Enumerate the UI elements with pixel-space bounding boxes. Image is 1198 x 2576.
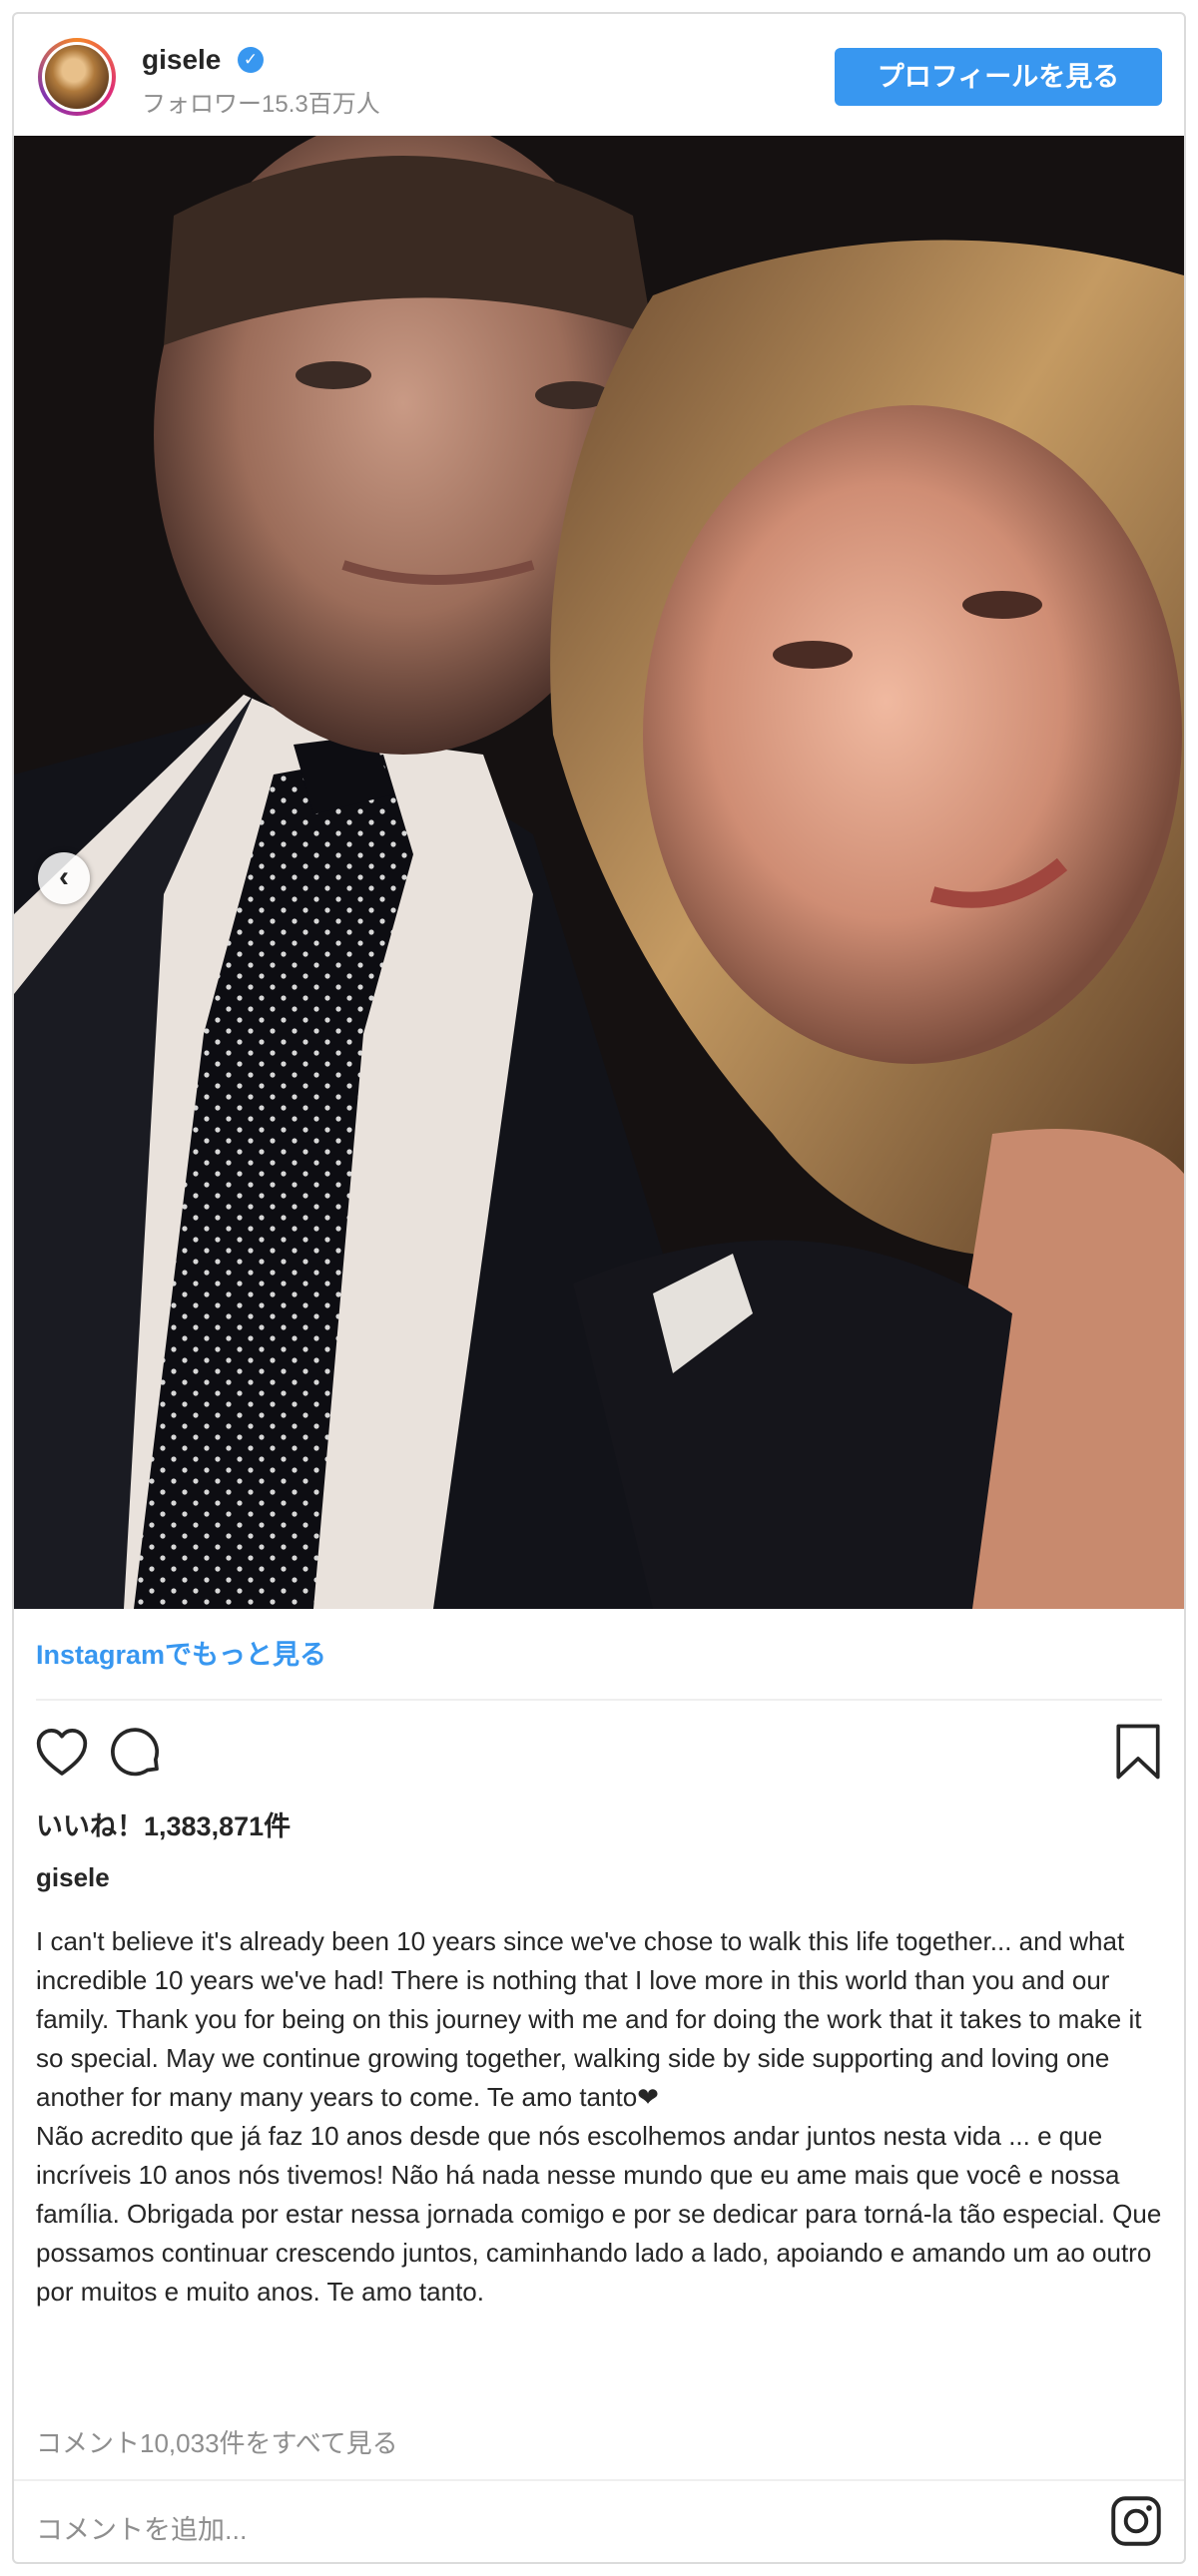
like-count[interactable]: いいね！1,383,871件 — [36, 1804, 291, 1843]
post-caption: I can't believe it's already been 10 yea… — [36, 1926, 1162, 2307]
view-more-on-instagram-link[interactable]: Instagramでもっと見る — [36, 1633, 326, 1672]
comment-bubble-icon[interactable] — [108, 1725, 164, 1781]
chevron-left-icon[interactable]: ‹ — [38, 852, 90, 904]
post-photo[interactable]: ‹ — [14, 136, 1184, 1609]
divider — [14, 2479, 1184, 2481]
instagram-logo-icon[interactable] — [1110, 2495, 1162, 2547]
avatar-image — [45, 45, 109, 109]
view-all-comments-link[interactable]: コメント10,033件をすべて見る — [36, 2423, 398, 2460]
bookmark-icon[interactable] — [1112, 1723, 1164, 1781]
instagram-embed-card: gisele ✓ フォロワー15.3百万人 プロフィールを見る ‹ Instag… — [12, 12, 1186, 2564]
view-profile-button[interactable]: プロフィールを見る — [835, 48, 1162, 106]
heart-icon[interactable] — [34, 1725, 90, 1781]
add-comment-input[interactable]: コメントを追加... — [36, 2508, 248, 2547]
username[interactable]: gisele — [142, 44, 221, 76]
caption-username[interactable]: gisele — [36, 1862, 110, 1893]
avatar[interactable] — [38, 38, 116, 116]
verified-badge-icon: ✓ — [238, 47, 264, 73]
divider — [36, 1699, 1162, 1701]
action-bar — [14, 1717, 1184, 1787]
post-photo-image — [14, 136, 1184, 1609]
follower-count: フォロワー15.3百万人 — [142, 91, 380, 118]
post-header: gisele ✓ フォロワー15.3百万人 プロフィールを見る — [14, 14, 1184, 136]
